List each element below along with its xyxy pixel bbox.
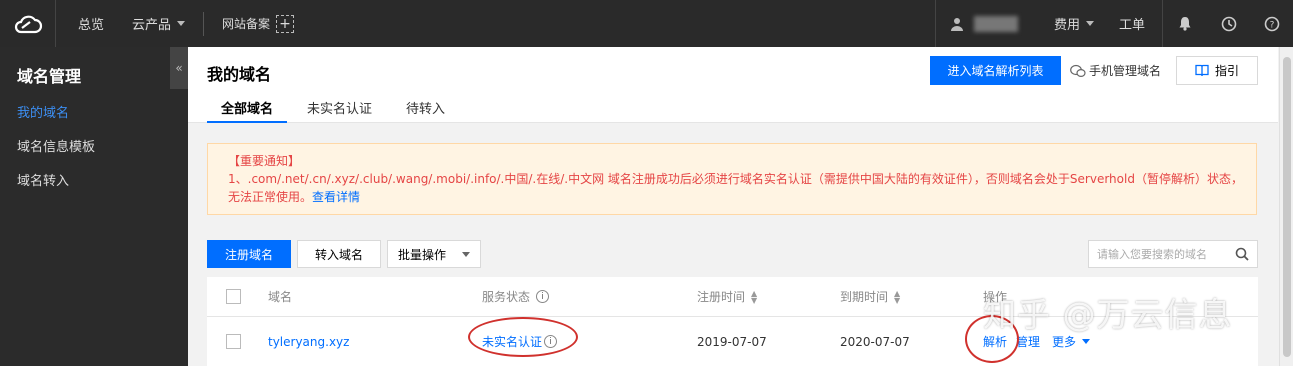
chevron-down-icon <box>1082 339 1091 344</box>
help-icon[interactable]: ? <box>1250 0 1293 47</box>
header-reg-time[interactable]: 注册时间 ▲ ▼ <box>697 277 757 316</box>
domain-search-input[interactable]: 请输入您要搜索的域名 <box>1088 240 1258 268</box>
page-header: 我的域名 全部域名 未实名认证 待转入 进入域名解析列表 手机管理域名 指引 <box>188 47 1278 123</box>
guide-button[interactable]: 指引 <box>1176 56 1258 85</box>
cloud-logo-icon[interactable] <box>0 0 56 47</box>
nav-overview[interactable]: 总览 <box>56 0 118 47</box>
nav-products-label: 云产品 <box>132 18 172 33</box>
divider <box>203 11 205 36</box>
info-icon[interactable]: i <box>536 290 550 303</box>
batch-operations-select[interactable]: 批量操作 <box>387 240 481 268</box>
history-clock-icon[interactable] <box>1207 0 1250 47</box>
guide-label: 指引 <box>1214 64 1239 78</box>
transfer-domain-button[interactable]: 转入域名 <box>297 240 381 268</box>
svg-text:?: ? <box>1269 20 1274 30</box>
resolve-list-button[interactable]: 进入域名解析列表 <box>930 56 1061 85</box>
ticket-link[interactable]: 工单 <box>1102 0 1162 47</box>
sort-icon[interactable]: ▲ ▼ <box>751 289 757 304</box>
batch-operations-label: 批量操作 <box>398 247 447 262</box>
mobile-manage-link[interactable]: 手机管理域名 <box>1070 56 1161 85</box>
watermark-text: 知乎 @万云信息 <box>983 295 1233 334</box>
tab-all-domains[interactable]: 全部域名 <box>207 99 288 123</box>
annotation-circle <box>468 317 578 357</box>
select-all-checkbox[interactable] <box>226 277 241 316</box>
domain-link[interactable]: tyleryang.xyz <box>268 317 349 366</box>
sidebar-item-domain-templates[interactable]: 域名信息模板 <box>0 131 188 165</box>
important-notice: 【重要通知】 1、.com/.net/.cn/.xyz/.club/.wang/… <box>207 143 1257 215</box>
collapse-sidebar-icon[interactable]: « <box>170 47 188 89</box>
register-domain-button[interactable]: 注册域名 <box>207 240 291 268</box>
sidebar-item-domain-transfer-in[interactable]: 域名转入 <box>0 165 188 199</box>
nav-overview-label: 总览 <box>78 18 105 33</box>
top-right-menu: 费用 工单 ? <box>935 0 1293 47</box>
search-icon[interactable] <box>1235 247 1249 261</box>
reg-time-cell: 2019-07-07 <box>697 334 767 349</box>
tab-unverified[interactable]: 未实名认证 <box>293 99 386 123</box>
header-status: 服务状态 i <box>482 277 550 316</box>
header-domain: 域名 <box>268 290 293 304</box>
nav-icp-label: 网站备案 <box>222 17 271 31</box>
add-shortcut-icon[interactable]: + <box>276 14 295 33</box>
mobile-manage-label: 手机管理域名 <box>1089 64 1162 78</box>
row-checkbox[interactable] <box>226 317 241 366</box>
book-icon <box>1195 64 1209 77</box>
domain-toolbar: 注册域名 转入域名 批量操作 请输入您要搜索的域名 <box>207 240 1258 268</box>
page-scrollbar[interactable] <box>1279 47 1293 366</box>
nav-products[interactable]: 云产品 <box>118 0 199 47</box>
tab-pending-transfer[interactable]: 待转入 <box>392 99 459 123</box>
nav-icp[interactable]: 网站备案 + <box>208 0 308 47</box>
header-reg-time-label: 注册时间 <box>697 290 746 304</box>
chevron-down-icon <box>177 21 186 26</box>
notice-details-link[interactable]: 查看详情 <box>312 190 360 204</box>
header-status-label: 服务状态 <box>482 290 531 304</box>
sidebar-title: 域名管理 <box>17 67 82 86</box>
account-name-redacted <box>974 15 1018 32</box>
notice-title: 【重要通知】 <box>228 154 301 168</box>
page-title: 我的域名 <box>207 65 272 84</box>
chevron-down-icon <box>462 251 470 257</box>
billing-menu[interactable]: 费用 <box>1046 0 1102 47</box>
search-placeholder: 请输入您要搜索的域名 <box>1097 248 1207 261</box>
header-exp-time-label: 到期时间 <box>840 290 889 304</box>
sort-icon[interactable]: ▲ ▼ <box>894 289 900 304</box>
sidebar-item-my-domains[interactable]: 我的域名 <box>0 97 188 131</box>
tab-bar: 全部域名 未实名认证 待转入 <box>207 99 465 123</box>
checkbox[interactable] <box>226 289 241 304</box>
exp-time-cell: 2020-07-07 <box>840 334 910 349</box>
sidebar: 域名管理 我的域名 域名信息模板 域名转入 « <box>0 47 188 366</box>
ticket-label: 工单 <box>1118 18 1145 33</box>
notice-text: 1、.com/.net/.cn/.xyz/.club/.wang/.mobi/.… <box>228 172 1243 204</box>
notice-body: 1、.com/.net/.cn/.xyz/.club/.wang/.mobi/.… <box>228 170 1246 206</box>
bell-icon[interactable] <box>1162 0 1207 47</box>
chevron-down-icon <box>1086 21 1094 26</box>
header-exp-time[interactable]: 到期时间 ▲ ▼ <box>840 277 900 316</box>
top-navbar: 总览 云产品 网站备案 + 费用 工单 ? <box>0 0 1293 47</box>
user-icon <box>951 17 963 31</box>
user-menu[interactable] <box>935 0 1046 47</box>
billing-label: 费用 <box>1053 18 1080 33</box>
checkbox[interactable] <box>226 334 241 349</box>
wechat-icon <box>1070 64 1086 77</box>
scroll-thumb[interactable] <box>1283 57 1291 357</box>
